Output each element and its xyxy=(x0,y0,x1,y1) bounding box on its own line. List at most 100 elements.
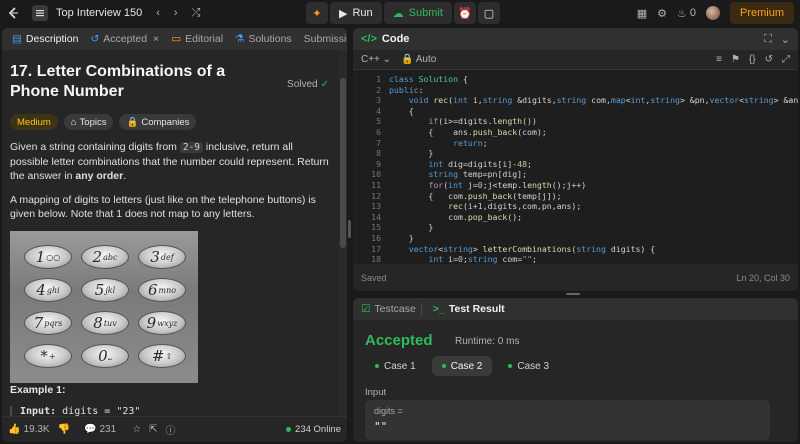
line-number: 2 xyxy=(376,84,381,95)
phone-key: 1 ○○ xyxy=(24,245,72,269)
solved-status: Solved ✓ xyxy=(287,78,329,90)
alarm-icon: ⏰ xyxy=(458,7,472,20)
reset-icon[interactable]: ↺ xyxy=(765,54,773,65)
check-circle-icon: ✓ xyxy=(320,78,329,90)
case-tab-2[interactable]: Case 2 xyxy=(431,356,493,376)
description-scrollbar[interactable] xyxy=(339,50,347,416)
maximize-icon[interactable]: ⛶ xyxy=(764,33,772,46)
phone-key: 8 tuv xyxy=(81,311,129,335)
code-line[interactable]: for(int j=0;j<temp.length();j++) xyxy=(389,180,586,190)
format-icon[interactable]: ≡ xyxy=(716,54,722,65)
code-line[interactable]: } xyxy=(389,148,433,158)
key-letters: jkl xyxy=(105,285,116,295)
share-button[interactable]: ⇱ xyxy=(149,424,157,435)
companies-chip[interactable]: 🔒 Companies xyxy=(119,114,197,130)
comments-button[interactable]: 💬 231 xyxy=(84,424,116,435)
leetcode-logo-icon[interactable] xyxy=(6,6,20,20)
key-digit: 3 xyxy=(150,248,160,266)
description-panel: ▤ Description ↺ Accepted × ▭ Editorial ⚗ Solu… xyxy=(2,28,347,442)
tab-accepted[interactable]: ↺ Accepted × xyxy=(84,28,165,50)
notes-button[interactable]: ▢ xyxy=(477,2,500,24)
tab-editorial[interactable]: ▭ Editorial xyxy=(165,28,229,50)
tab-testcase[interactable]: ☑ Testcase xyxy=(361,303,416,315)
case-tab-3[interactable]: Case 3 xyxy=(498,356,559,376)
layout-icon[interactable]: ▦ xyxy=(637,7,647,20)
run-button[interactable]: ▶ Run xyxy=(330,2,382,24)
code-line[interactable]: com.pop_back(); xyxy=(389,212,522,222)
code-line[interactable]: vector<string> letterCombinations(string… xyxy=(389,244,656,254)
note-icon: ▢ xyxy=(483,7,495,20)
fullscreen-icon[interactable]: ⤢ xyxy=(782,54,790,65)
phone-key: 7 pqrs xyxy=(24,311,72,335)
code-line[interactable]: void rec(int i,string &digits,string com… xyxy=(389,95,798,105)
bug-icon: ✦ xyxy=(312,7,322,20)
debug-button[interactable]: ✦ xyxy=(306,2,328,24)
user-avatar[interactable] xyxy=(705,6,720,20)
code-line[interactable]: return; xyxy=(389,138,488,148)
code-line[interactable]: public: xyxy=(389,85,424,95)
close-tab-icon[interactable]: × xyxy=(153,33,159,45)
topics-chip[interactable]: ⌂ Topics xyxy=(63,114,114,130)
next-problem-icon[interactable]: › xyxy=(174,7,178,19)
code-line[interactable]: { com.push_back(temp[j]); xyxy=(389,191,561,201)
lock-icon: 🔒 xyxy=(401,54,414,65)
timer-button[interactable]: ⏰ xyxy=(453,2,476,24)
key-letters: abc xyxy=(103,252,118,262)
auto-mode[interactable]: 🔒 Auto xyxy=(401,54,436,65)
tab-submissions[interactable]: Submissio xyxy=(298,28,347,50)
key-digit: * xyxy=(40,347,48,365)
streak-flame-icon[interactable]: ♨ 0 xyxy=(677,7,696,20)
settings-gear-icon[interactable]: ⚙ xyxy=(657,7,667,20)
code-line[interactable]: if(i>=digits.length()) xyxy=(389,116,536,126)
result-tabs: ☑ Testcase >_ Test Result xyxy=(353,298,798,320)
tab-test-result[interactable]: >_ Test Result xyxy=(433,303,505,315)
cursor-position: Ln 20, Col 30 xyxy=(736,273,790,283)
key-letters: mno xyxy=(158,285,177,295)
language-select[interactable]: C++ ⌄ xyxy=(361,54,391,65)
scroll-thumb[interactable] xyxy=(340,78,346,248)
premium-button[interactable]: Premium xyxy=(729,2,794,24)
tab-solutions[interactable]: ⚗ Solutions xyxy=(229,28,298,50)
collapse-icon[interactable]: ⌄ xyxy=(781,33,790,46)
horizontal-resize-handle[interactable] xyxy=(566,293,580,295)
thumbs-down-icon: 👎 xyxy=(57,424,71,435)
case-tab-1[interactable]: Case 1 xyxy=(365,356,426,376)
braces-icon[interactable]: {} xyxy=(749,54,756,65)
vertical-resize-handle[interactable] xyxy=(348,220,351,238)
example-title: Example 1: xyxy=(10,384,66,396)
dislike-button[interactable]: 👎 xyxy=(58,424,70,435)
key-letters: ○○ xyxy=(46,252,61,262)
phone-key: 0 ⎵ xyxy=(81,344,129,368)
phone-key: 6 mno xyxy=(138,278,186,302)
code-line[interactable]: { ans.push_back(com); xyxy=(389,127,546,137)
top-bar: Top Interview 150 ‹ › ⤮ ✦ ▶ Run ☁ Submit ⏰… xyxy=(0,0,800,26)
code-line[interactable]: { xyxy=(389,106,414,116)
key-digit: 8 xyxy=(93,314,103,332)
code-line[interactable]: int i=0;string com=""; xyxy=(389,254,537,264)
code-line[interactable]: int dig=digits[i]-48; xyxy=(389,159,532,169)
prev-problem-icon[interactable]: ‹ xyxy=(156,7,160,19)
key-letters: tuv xyxy=(103,318,117,328)
editor-toolbar: C++ ⌄ 🔒 Auto ≡ ⚑ {} ↺ ⤢ xyxy=(353,50,798,70)
bookmark-icon[interactable]: ⚑ xyxy=(731,54,740,65)
code-line[interactable]: class Solution { xyxy=(389,74,468,84)
key-letters: ⎵ xyxy=(108,351,112,360)
key-digit: 5 xyxy=(94,281,105,299)
difficulty-badge[interactable]: Medium xyxy=(10,114,58,130)
code-line[interactable]: } xyxy=(389,222,433,232)
tab-description[interactable]: ▤ Description xyxy=(6,28,84,50)
key-digit: 6 xyxy=(147,281,158,299)
favorite-button[interactable]: ☆ xyxy=(132,424,141,435)
like-button[interactable]: 👍 19.3K xyxy=(8,424,50,435)
problem-list-title[interactable]: Top Interview 150 xyxy=(56,7,142,19)
problem-list-icon[interactable] xyxy=(32,5,48,21)
code-line[interactable]: rec(i+1,digits,com,pn,ans); xyxy=(389,201,581,211)
submit-button[interactable]: ☁ Submit xyxy=(383,2,452,24)
description-content: 17. Letter Combinations of a Phone Numbe… xyxy=(2,50,339,416)
help-button[interactable]: ⓘ xyxy=(166,422,176,437)
code-line[interactable]: string temp=pn[dig]; xyxy=(389,169,527,179)
shuffle-icon[interactable]: ⤮ xyxy=(192,7,201,20)
code-editor[interactable]: 1 class Solution {2 public: 3 void rec(int … xyxy=(353,70,798,264)
key-letters: + xyxy=(48,351,56,361)
code-line[interactable]: } xyxy=(389,233,414,243)
